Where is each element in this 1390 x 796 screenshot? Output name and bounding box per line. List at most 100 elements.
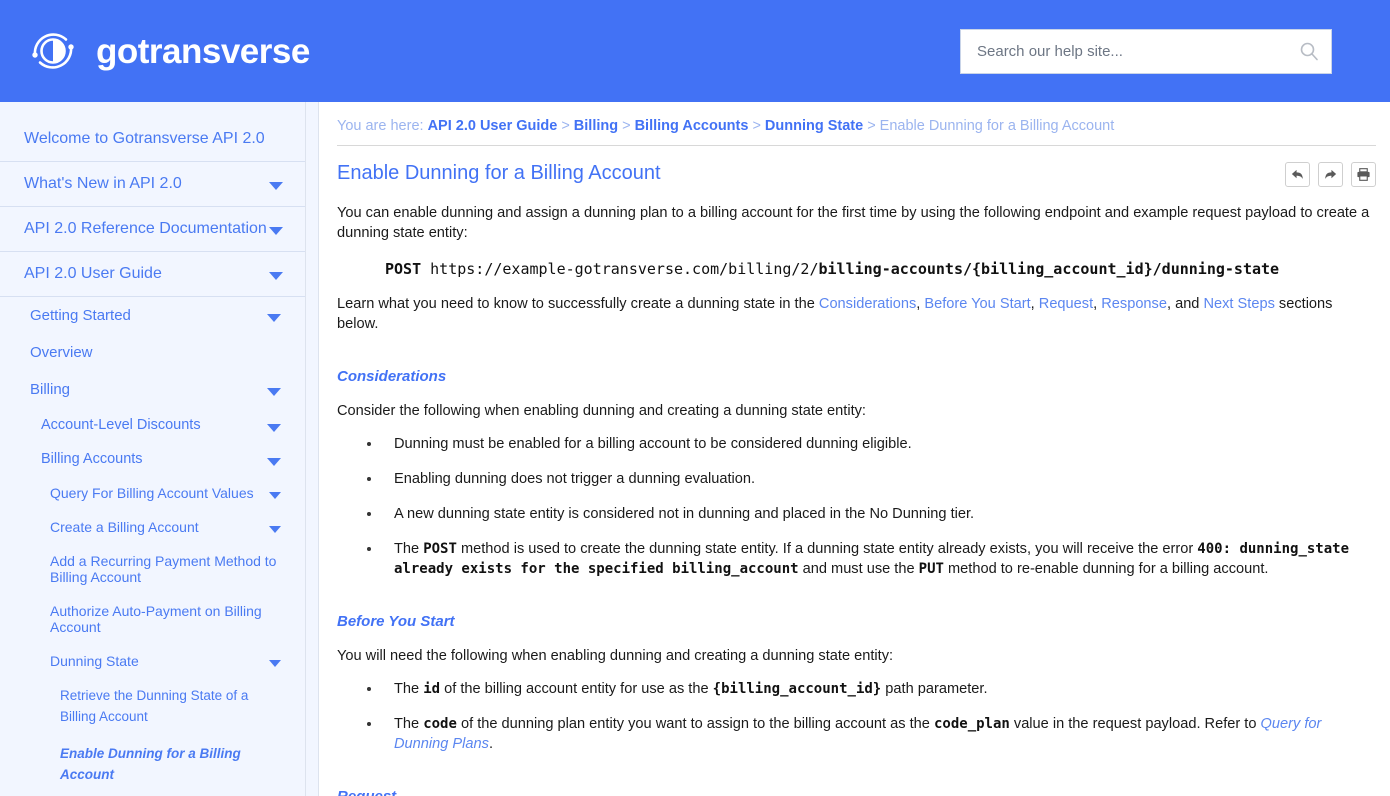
sidebar-item-billing-accounts[interactable]: Billing Accounts xyxy=(0,442,305,476)
breadcrumb-link[interactable]: Dunning State xyxy=(765,118,863,134)
section-link[interactable]: Next Steps xyxy=(1203,296,1274,312)
scrollbar-thumb[interactable] xyxy=(308,102,317,352)
sidebar-item-label: Overview xyxy=(30,344,93,361)
breadcrumb-link[interactable]: Billing Accounts xyxy=(635,118,749,134)
text: path parameter. xyxy=(881,680,988,697)
page-toolbar xyxy=(1285,160,1376,187)
sidebar-item-label: Authorize Auto-Payment on Billing Accoun… xyxy=(50,603,262,635)
list-item: The id of the billing account entity for… xyxy=(360,679,1376,699)
learn-paragraph: Learn what you need to know to successfu… xyxy=(337,294,1376,334)
sidebar-item-label: API 2.0 Reference Documentation xyxy=(24,220,267,237)
inline-code: {billing_account_id} xyxy=(712,680,882,697)
section-link[interactable]: Response xyxy=(1101,296,1167,312)
request-heading: Request xyxy=(337,787,397,796)
print-icon xyxy=(1357,168,1370,181)
back-arrow-icon xyxy=(1291,169,1303,179)
breadcrumb-separator: > xyxy=(867,118,876,134)
text: method is used to create the dunning sta… xyxy=(456,541,1198,557)
sidebar-item-create-a-billing-account[interactable]: Create a Billing Account xyxy=(0,510,305,544)
sidebar-item-label: Create a Billing Account xyxy=(50,519,199,535)
sidebar-scrollbar[interactable] xyxy=(305,102,319,796)
chevron-down-icon[interactable] xyxy=(267,388,281,396)
endpoint-path-3: /dunning-state xyxy=(1152,260,1280,279)
inline-code: id xyxy=(423,680,441,697)
text: The xyxy=(394,680,424,697)
sidebar-item-label: Add a Recurring Payment Method to Billin… xyxy=(50,553,277,585)
endpoint-base-url: https://example-gotransverse.com/billing… xyxy=(430,260,819,279)
inline-code: code_plan xyxy=(933,716,1010,733)
gotransverse-circular-logo-icon xyxy=(32,33,74,69)
text: . xyxy=(488,736,493,753)
search-icon[interactable] xyxy=(1299,41,1319,61)
sidebar-item-welcome-to-gotransverse-api-2-0[interactable]: Welcome to Gotransverse API 2.0 xyxy=(0,116,305,162)
list-item: The code of the dunning plan entity you … xyxy=(360,714,1376,754)
sidebar-item-add-a-recurring-payment-method-to-billing-account[interactable]: Add a Recurring Payment Method to Billin… xyxy=(0,544,305,594)
text: of the dunning plan entity you want to a… xyxy=(456,716,934,733)
brand-name: gotransverse xyxy=(96,31,310,71)
sidebar-item-what-s-new-in-api-2-0[interactable]: What's New in API 2.0 xyxy=(0,162,305,207)
main-content: You are here: API 2.0 User Guide > Billing… xyxy=(319,102,1390,796)
sidebar-item-overview[interactable]: Overview xyxy=(0,334,305,371)
before-you-start-list: The id of the billing account entity for… xyxy=(337,679,1376,755)
sidebar-item-getting-started[interactable]: Getting Started xyxy=(0,297,305,334)
chevron-down-icon[interactable] xyxy=(267,458,281,466)
before-you-start-heading: Before You Start xyxy=(337,612,455,630)
before-you-start-intro: You will need the following when enablin… xyxy=(337,647,894,664)
sidebar-item-label: Getting Started xyxy=(30,307,131,324)
chevron-down-icon[interactable] xyxy=(269,227,283,235)
list-item: Enabling dunning does not trigger a dunn… xyxy=(360,469,1376,489)
title-row: Enable Dunning for a Billing Account xyxy=(337,146,1376,187)
sidebar-item-query-for-billing-account-values[interactable]: Query For Billing Account Values xyxy=(0,476,305,510)
endpoint-method: POST xyxy=(385,260,422,279)
page-title: Enable Dunning for a Billing Account xyxy=(337,162,661,184)
sidebar-list: Welcome to Gotransverse API 2.0 What's Ne… xyxy=(0,116,305,796)
sidebar-item-enable-dunning-for-a-billing-account[interactable]: Enable Dunning for a Billing Account xyxy=(0,736,305,794)
breadcrumb-link[interactable]: Billing xyxy=(574,118,618,134)
endpoint-path-1: billing-accounts/ xyxy=(818,260,973,279)
sidebar-item-label: Query For Billing Account Values xyxy=(50,485,254,501)
chevron-down-icon[interactable] xyxy=(267,424,281,432)
sidebar-navigation[interactable]: Welcome to Gotransverse API 2.0 What's Ne… xyxy=(0,102,305,796)
chevron-down-icon[interactable] xyxy=(269,182,283,190)
chevron-down-icon[interactable] xyxy=(269,272,283,280)
sidebar-item-label: What's New in API 2.0 xyxy=(24,175,182,192)
search-input[interactable] xyxy=(975,41,1299,61)
text: and must use the xyxy=(798,561,919,578)
print-button[interactable] xyxy=(1351,162,1376,187)
sidebar-item-authorize-auto-payment-on-billing-account[interactable]: Authorize Auto-Payment on Billing Accoun… xyxy=(0,594,305,644)
sidebar-item-retrieve-the-dunning-state-of-a-billing-account[interactable]: Retrieve the Dunning State of a Billing … xyxy=(0,678,305,736)
site-header: gotransverse xyxy=(0,0,1390,102)
chevron-down-icon[interactable] xyxy=(269,660,281,667)
sidebar-item-label: Enable Dunning for a Billing Account xyxy=(60,745,241,782)
sidebar-item-label: Dunning State xyxy=(50,653,139,669)
chevron-down-icon[interactable] xyxy=(269,492,281,499)
sidebar-item-account-level-discounts[interactable]: Account-Level Discounts xyxy=(0,408,305,442)
sidebar-item-label: API 2.0 User Guide xyxy=(24,265,162,282)
section-link[interactable]: Considerations xyxy=(819,296,916,312)
text: method to re-enable dunning for a billin… xyxy=(943,561,1269,578)
brand[interactable]: gotransverse xyxy=(26,24,310,78)
list-item: Dunning must be enabled for a billing ac… xyxy=(360,434,1376,454)
section-link[interactable]: Request xyxy=(1039,296,1093,312)
forward-button[interactable] xyxy=(1318,162,1343,187)
text: value in the request payload. Refer to xyxy=(1009,716,1261,733)
section-link[interactable]: Before You Start xyxy=(924,296,1030,312)
back-button[interactable] xyxy=(1285,162,1310,187)
text: , and xyxy=(1166,296,1204,313)
search-box[interactable] xyxy=(960,28,1332,74)
breadcrumb-link[interactable]: API 2.0 User Guide xyxy=(428,118,558,134)
inline-code: PUT xyxy=(918,561,944,578)
chevron-down-icon[interactable] xyxy=(269,526,281,533)
sidebar-item-label: Welcome to Gotransverse API 2.0 xyxy=(24,130,265,147)
sidebar-item-label: Billing xyxy=(30,381,71,398)
sidebar-item-api-2-0-reference-documentation[interactable]: API 2.0 Reference Documentation xyxy=(0,207,305,252)
breadcrumb-separator: > xyxy=(752,118,761,134)
endpoint-line: POST https://example-gotransverse.com/bi… xyxy=(385,260,1376,278)
intro-paragraph: You can enable dunning and assign a dunn… xyxy=(337,205,1370,242)
considerations-intro: Consider the following when enabling dun… xyxy=(337,402,866,419)
sidebar-item-api-2-0-user-guide[interactable]: API 2.0 User Guide xyxy=(0,252,305,297)
chevron-down-icon[interactable] xyxy=(267,314,281,322)
sidebar-item-dunning-state[interactable]: Dunning State xyxy=(0,644,305,678)
sidebar-item-billing[interactable]: Billing xyxy=(0,371,305,408)
sidebar-item-label: Billing Accounts xyxy=(41,451,143,467)
